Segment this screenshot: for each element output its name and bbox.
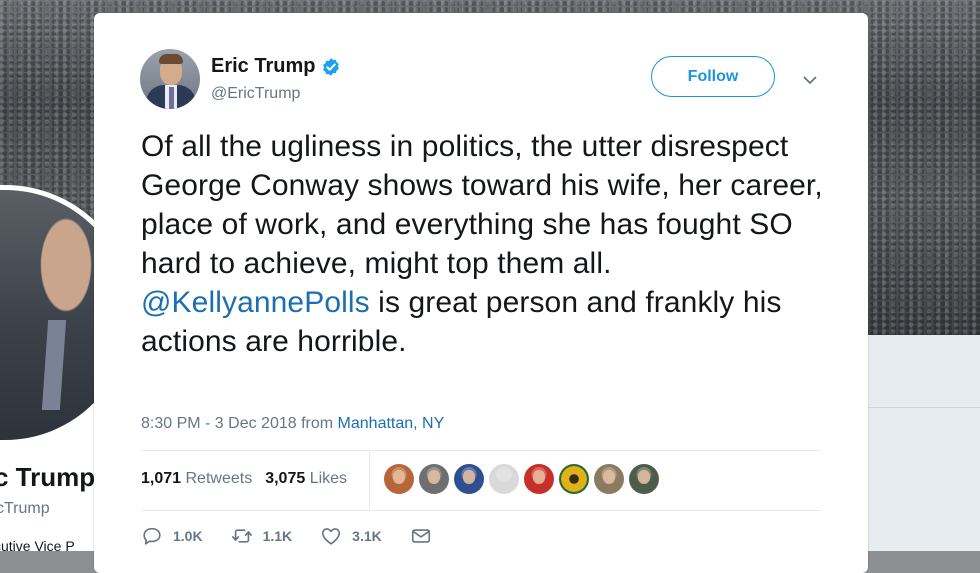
tweet-location-link[interactable]: Manhattan, NY bbox=[338, 415, 445, 432]
likes-stat[interactable]: 3,075 Likes bbox=[265, 470, 347, 488]
tweet-metadata: 8:30 PM - 3 Dec 2018 from Manhattan, NY bbox=[141, 415, 444, 433]
profile-bio: cutive Vice P bbox=[0, 538, 75, 551]
likes-count: 3,075 bbox=[265, 470, 306, 487]
like-action-count: 3.1K bbox=[352, 528, 382, 544]
divider bbox=[141, 510, 821, 511]
likers-avatar-row bbox=[384, 464, 659, 494]
reply-count: 1.0K bbox=[173, 528, 203, 544]
liker-avatar[interactable] bbox=[454, 464, 484, 494]
retweets-label: Retweets bbox=[185, 470, 253, 487]
tweet-text-part: Of all the ugliness in politics, the utt… bbox=[141, 130, 823, 280]
tweet-card: Eric Trump @EricTrump Follow Of all the … bbox=[94, 13, 868, 573]
background-panel bbox=[868, 335, 980, 551]
liker-avatar[interactable] bbox=[559, 464, 589, 494]
from-label: from bbox=[301, 415, 334, 432]
tweet-text: Of all the ugliness in politics, the utt… bbox=[141, 127, 841, 361]
likes-label: Likes bbox=[309, 470, 348, 487]
direct-message-action[interactable] bbox=[410, 525, 442, 547]
verified-badge-icon bbox=[323, 57, 340, 76]
liker-avatar[interactable] bbox=[419, 464, 449, 494]
liker-avatar[interactable] bbox=[489, 464, 519, 494]
retweet-action-count: 1.1K bbox=[262, 528, 293, 544]
tweet-stats: 1,071 Retweets 3,075 Likes bbox=[141, 470, 347, 488]
author-handle[interactable]: @EricTrump bbox=[211, 85, 300, 103]
liker-avatar[interactable] bbox=[524, 464, 554, 494]
tweet-actions: 1.0K 1.1K 3.1K bbox=[141, 525, 470, 547]
profile-handle: cTrump bbox=[0, 500, 50, 517]
author-name-row[interactable]: Eric Trump bbox=[211, 55, 341, 78]
reply-action[interactable]: 1.0K bbox=[141, 525, 203, 547]
author-avatar[interactable] bbox=[140, 49, 200, 109]
reply-icon bbox=[143, 527, 161, 545]
retweets-stat[interactable]: 1,071 Retweets bbox=[141, 470, 252, 488]
retweet-action[interactable]: 1.1K bbox=[231, 525, 293, 547]
follow-button[interactable]: Follow bbox=[651, 56, 775, 97]
liker-avatar[interactable] bbox=[629, 464, 659, 494]
mention-link[interactable]: @KellyannePolls bbox=[141, 286, 370, 319]
profile-name: c Trump bbox=[0, 462, 96, 492]
tweet-timestamp[interactable]: 8:30 PM - 3 Dec 2018 bbox=[141, 415, 297, 432]
heart-icon bbox=[322, 528, 341, 545]
chevron-down-icon[interactable] bbox=[802, 72, 818, 88]
liker-avatar[interactable] bbox=[594, 464, 624, 494]
like-action[interactable]: 3.1K bbox=[320, 525, 382, 547]
liker-avatar[interactable] bbox=[384, 464, 414, 494]
divider bbox=[141, 450, 821, 451]
author-display-name[interactable]: Eric Trump bbox=[211, 55, 315, 78]
stats-separator bbox=[369, 451, 370, 510]
retweets-count: 1,071 bbox=[141, 470, 182, 487]
retweet-icon bbox=[231, 529, 252, 543]
envelope-icon bbox=[411, 529, 430, 543]
